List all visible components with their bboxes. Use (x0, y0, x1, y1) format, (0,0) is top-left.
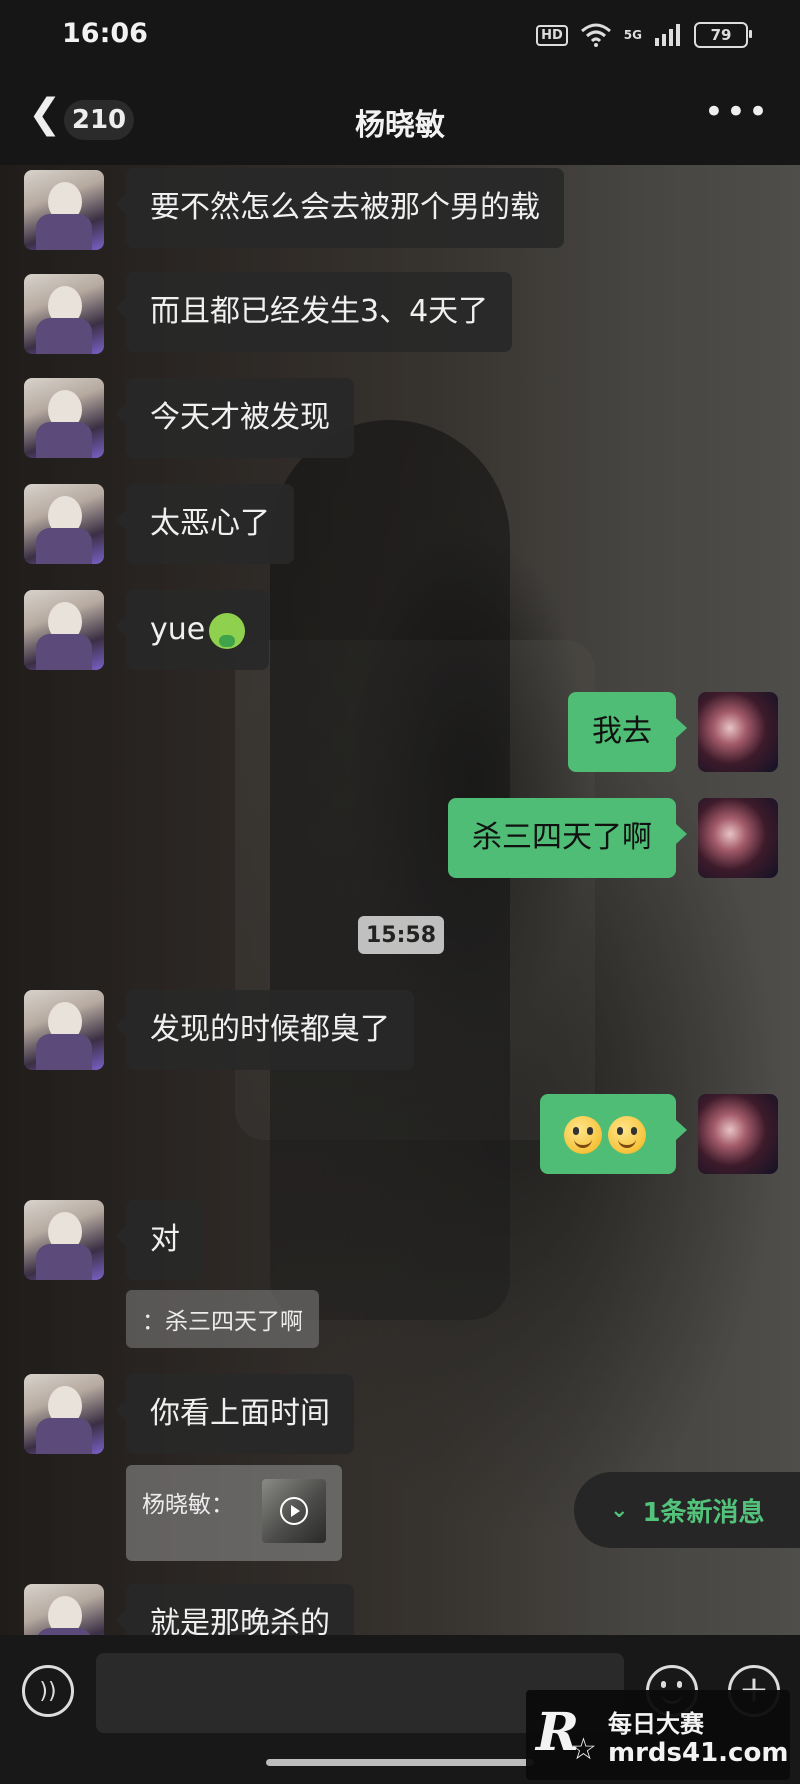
signal-icon (655, 24, 680, 46)
message-bubble-incoming[interactable]: 要不然怎么会去被那个男的载 (115, 168, 564, 248)
battery-icon: 79 (694, 22, 752, 48)
watermark-name: 每日大赛 (608, 1710, 704, 1738)
watermark: R ☆ 每日大赛 mrds41.com (526, 1690, 790, 1780)
smiley-face-icon (564, 1115, 602, 1154)
message-bubble-outgoing[interactable]: 杀三四天了啊 (448, 798, 687, 878)
self-avatar[interactable] (698, 692, 778, 772)
status-time: 16:06 (62, 18, 148, 49)
message-bubble-incoming[interactable]: yue (114, 590, 270, 670)
status-bar: 16:06 HD 5G 79 (0, 0, 800, 70)
chat-header: ❮ 210 杨晓敏 ••• (0, 70, 800, 165)
message-bubble-incoming[interactable]: 今天才被发现 (115, 378, 354, 458)
quoted-video[interactable]: 杨晓敏： (126, 1465, 342, 1561)
contact-avatar[interactable] (24, 590, 104, 670)
contact-avatar[interactable] (24, 274, 104, 354)
message-bubble-incoming[interactable]: 你看上面时间 (115, 1374, 354, 1454)
new-message-text: 1条新消息 (642, 1497, 765, 1528)
wifi-icon (580, 23, 611, 47)
contact-avatar[interactable] (24, 170, 104, 250)
chat-title: 杨晓敏 (355, 108, 445, 143)
nauseated-face-icon (209, 612, 246, 649)
video-thumbnail (262, 1479, 326, 1543)
watermark-url: mrds41.com (608, 1738, 789, 1768)
smiley-face-icon (608, 1115, 646, 1154)
home-indicator[interactable] (266, 1759, 534, 1766)
contact-avatar[interactable] (24, 1374, 104, 1454)
contact-avatar[interactable] (24, 484, 104, 564)
message-text: yue (150, 612, 206, 647)
contact-avatar[interactable] (24, 990, 104, 1070)
message-bubble-outgoing[interactable]: 我去 (568, 692, 687, 772)
quoted-reply[interactable]: ：杀三四天了啊 (126, 1290, 319, 1348)
star-icon: ☆ (570, 1732, 597, 1767)
voice-icon[interactable]: )) (22, 1665, 74, 1717)
network-type: 5G (623, 28, 642, 42)
contact-avatar[interactable] (24, 1200, 104, 1280)
contact-avatar[interactable] (24, 378, 104, 458)
message-bubble-incoming[interactable]: 而且都已经发生3、4天了 (114, 272, 513, 352)
hd-icon: HD (536, 24, 568, 46)
more-dots-icon[interactable]: ••• (704, 92, 770, 132)
self-avatar[interactable] (698, 1094, 778, 1174)
message-bubble-incoming[interactable]: 发现的时候都臭了 (115, 990, 414, 1070)
double-chevron-down-icon: ⌄ (610, 1497, 629, 1523)
self-avatar[interactable] (698, 798, 778, 878)
message-bubble-outgoing[interactable] (540, 1094, 687, 1174)
play-icon (280, 1497, 308, 1525)
message-timestamp: 15:58 (358, 916, 444, 954)
message-bubble-incoming[interactable]: 对 (115, 1200, 204, 1280)
message-bubble-incoming[interactable]: 太恶心了 (115, 484, 294, 564)
new-message-pill[interactable]: ⌄ 1条新消息 (574, 1472, 800, 1548)
quoted-video-label: 杨晓敏： (142, 1492, 234, 1518)
status-icons: HD 5G 79 (536, 22, 752, 48)
